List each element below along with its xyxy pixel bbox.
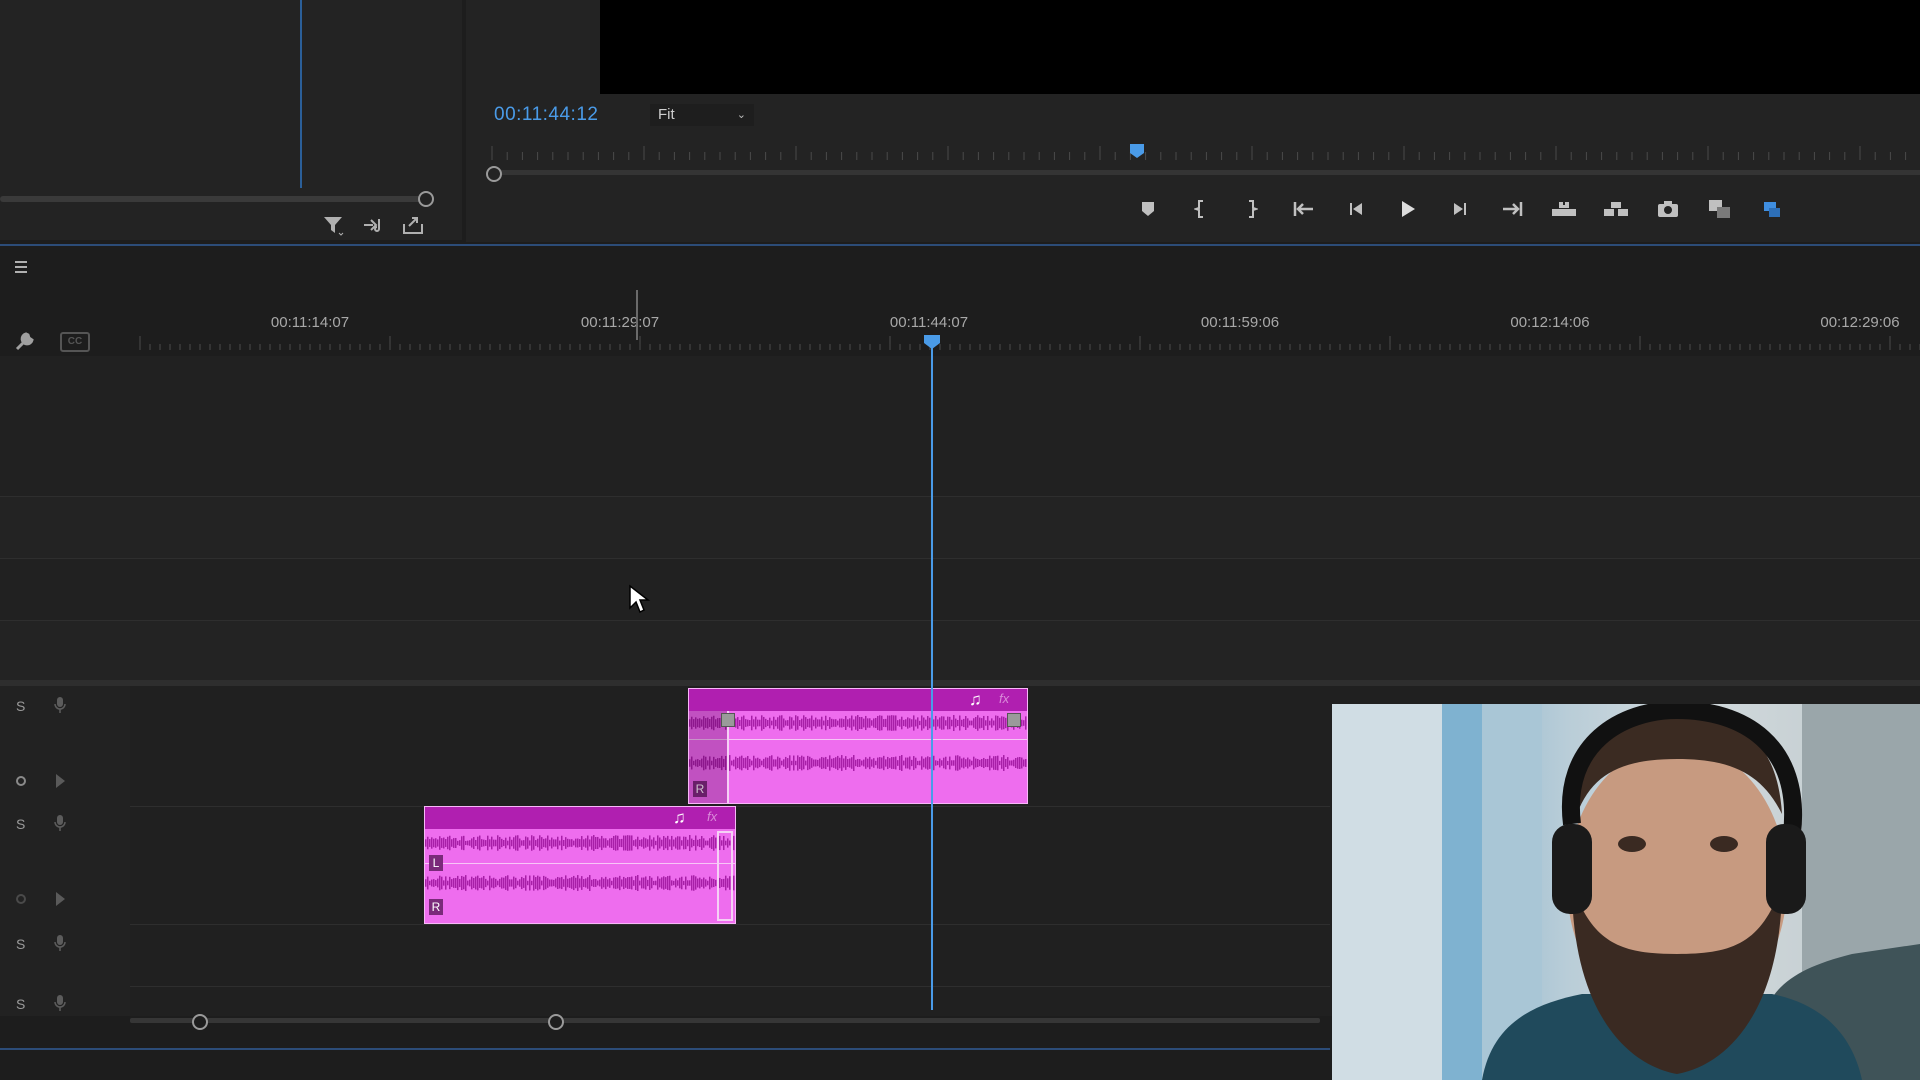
- ruler-ticks: [139, 336, 1920, 350]
- timeline-bottom-border: [0, 1048, 1330, 1050]
- button-editor-icon[interactable]: [1746, 196, 1798, 222]
- video-track-lane[interactable]: [0, 620, 1920, 680]
- solo-toggle[interactable]: S: [16, 698, 25, 714]
- source-toolbar: [320, 212, 426, 238]
- mouse-cursor-icon: [629, 584, 651, 614]
- microphone-icon[interactable]: [54, 696, 66, 714]
- play-icon[interactable]: [1382, 196, 1434, 222]
- solo-toggle[interactable]: S: [16, 996, 25, 1012]
- ruler-label: 00:12:29:06: [1820, 314, 1900, 331]
- export-frame-icon[interactable]: [1642, 196, 1694, 222]
- timeline-scroll-handle-left[interactable]: [192, 1014, 208, 1030]
- zoom-fit-select[interactable]: Fit ⌄: [650, 104, 754, 126]
- fx-badge-icon: fx: [999, 691, 1010, 706]
- go-to-out-icon[interactable]: [1486, 196, 1538, 222]
- transport-controls: [1122, 196, 1798, 222]
- program-time-ruler[interactable]: [484, 140, 1920, 168]
- step-forward-icon[interactable]: [1434, 196, 1486, 222]
- zoom-fit-value: Fit: [658, 106, 675, 123]
- step-back-icon[interactable]: [1330, 196, 1382, 222]
- video-audio-separator[interactable]: [0, 680, 1920, 686]
- presenter-image: [1332, 704, 1920, 1080]
- lane-divider: [0, 496, 1920, 497]
- audio-clip-header: [425, 807, 735, 829]
- audio-waveform: [689, 715, 1027, 771]
- go-to-in-icon[interactable]: [1278, 196, 1330, 222]
- video-track-lane[interactable]: [0, 558, 1920, 620]
- timeline-playhead[interactable]: [923, 334, 941, 350]
- extract-icon[interactable]: [1590, 196, 1642, 222]
- program-timecode[interactable]: 00:11:44:12: [494, 104, 598, 126]
- add-marker-icon[interactable]: [1122, 196, 1174, 222]
- webcam-overlay: [1332, 704, 1920, 1080]
- left-channel-label: L: [429, 855, 443, 871]
- timeline-scrollbar[interactable]: [130, 1018, 1320, 1023]
- channel-divider: [425, 863, 735, 864]
- music-note-icon: ♫: [969, 690, 982, 709]
- keyframe-left[interactable]: [721, 713, 735, 727]
- keyframe-right[interactable]: [1007, 713, 1021, 727]
- captions-icon[interactable]: CC: [60, 332, 90, 352]
- comparison-view-icon[interactable]: [1694, 196, 1746, 222]
- chevron-down-icon: ⌄: [736, 109, 746, 121]
- video-track-lane[interactable]: [0, 496, 1920, 558]
- work-area-marker: [636, 290, 638, 340]
- music-note-icon: ♫: [673, 808, 686, 827]
- right-channel-label: R: [429, 899, 443, 915]
- solo-toggle[interactable]: S: [16, 936, 25, 952]
- audio-clip[interactable]: ♫ fx R: [688, 688, 1028, 804]
- timeline-scroll-handle-right[interactable]: [548, 1014, 564, 1030]
- transition-handle[interactable]: [717, 831, 733, 921]
- mark-in-icon[interactable]: [1174, 196, 1226, 222]
- program-playhead[interactable]: [1129, 143, 1145, 159]
- insert-audio-icon[interactable]: [360, 212, 386, 238]
- lift-icon[interactable]: [1538, 196, 1590, 222]
- timeline-menu-icon[interactable]: [12, 258, 34, 276]
- mark-out-icon[interactable]: [1226, 196, 1278, 222]
- export-icon[interactable]: [400, 212, 426, 238]
- source-monitor-panel: [0, 0, 462, 240]
- lane-divider: [0, 986, 1330, 987]
- lane-divider: [0, 558, 1920, 559]
- ruler-label: 00:11:29:07: [580, 314, 660, 331]
- wrench-icon[interactable]: [12, 328, 38, 354]
- fx-badge-icon: fx: [707, 809, 718, 824]
- lane-divider: [0, 620, 1920, 621]
- ruler-label: 00:12:14:06: [1510, 314, 1590, 331]
- ruler-label: 00:11:44:07: [889, 314, 969, 331]
- source-scrollbar-handle[interactable]: [418, 191, 434, 207]
- expand-track-icon[interactable]: [56, 892, 65, 906]
- program-video-frame: [600, 0, 1920, 94]
- microphone-icon[interactable]: [54, 994, 66, 1012]
- ruler-label: 00:11:14:07: [270, 314, 350, 331]
- audio-track-headers: [0, 686, 130, 1016]
- keyframe-dot-icon[interactable]: [16, 894, 26, 904]
- source-scrollbar[interactable]: [0, 196, 430, 202]
- video-track-lane[interactable]: [0, 356, 1920, 496]
- channel-divider: [689, 739, 1027, 740]
- solo-toggle[interactable]: S: [16, 816, 25, 832]
- filter-icon[interactable]: [320, 212, 346, 238]
- timeline-time-ruler[interactable]: 00:11:14:07 00:11:29:07 00:11:44:07 00:1…: [130, 290, 1920, 356]
- keyframe-dot-icon[interactable]: [16, 776, 26, 786]
- audio-clip[interactable]: ♫ fx L R: [424, 806, 736, 924]
- timeline-playhead-line[interactable]: [931, 344, 933, 1010]
- program-scrollbar-handle[interactable]: [486, 166, 502, 182]
- microphone-icon[interactable]: [54, 814, 66, 832]
- audio-waveform: [425, 835, 735, 891]
- source-playhead-line: [300, 0, 302, 188]
- lane-divider: [0, 924, 1330, 925]
- microphone-icon[interactable]: [54, 934, 66, 952]
- program-scrollbar[interactable]: [490, 170, 1920, 175]
- ruler-label: 00:11:59:06: [1200, 314, 1280, 331]
- expand-track-icon[interactable]: [56, 774, 65, 788]
